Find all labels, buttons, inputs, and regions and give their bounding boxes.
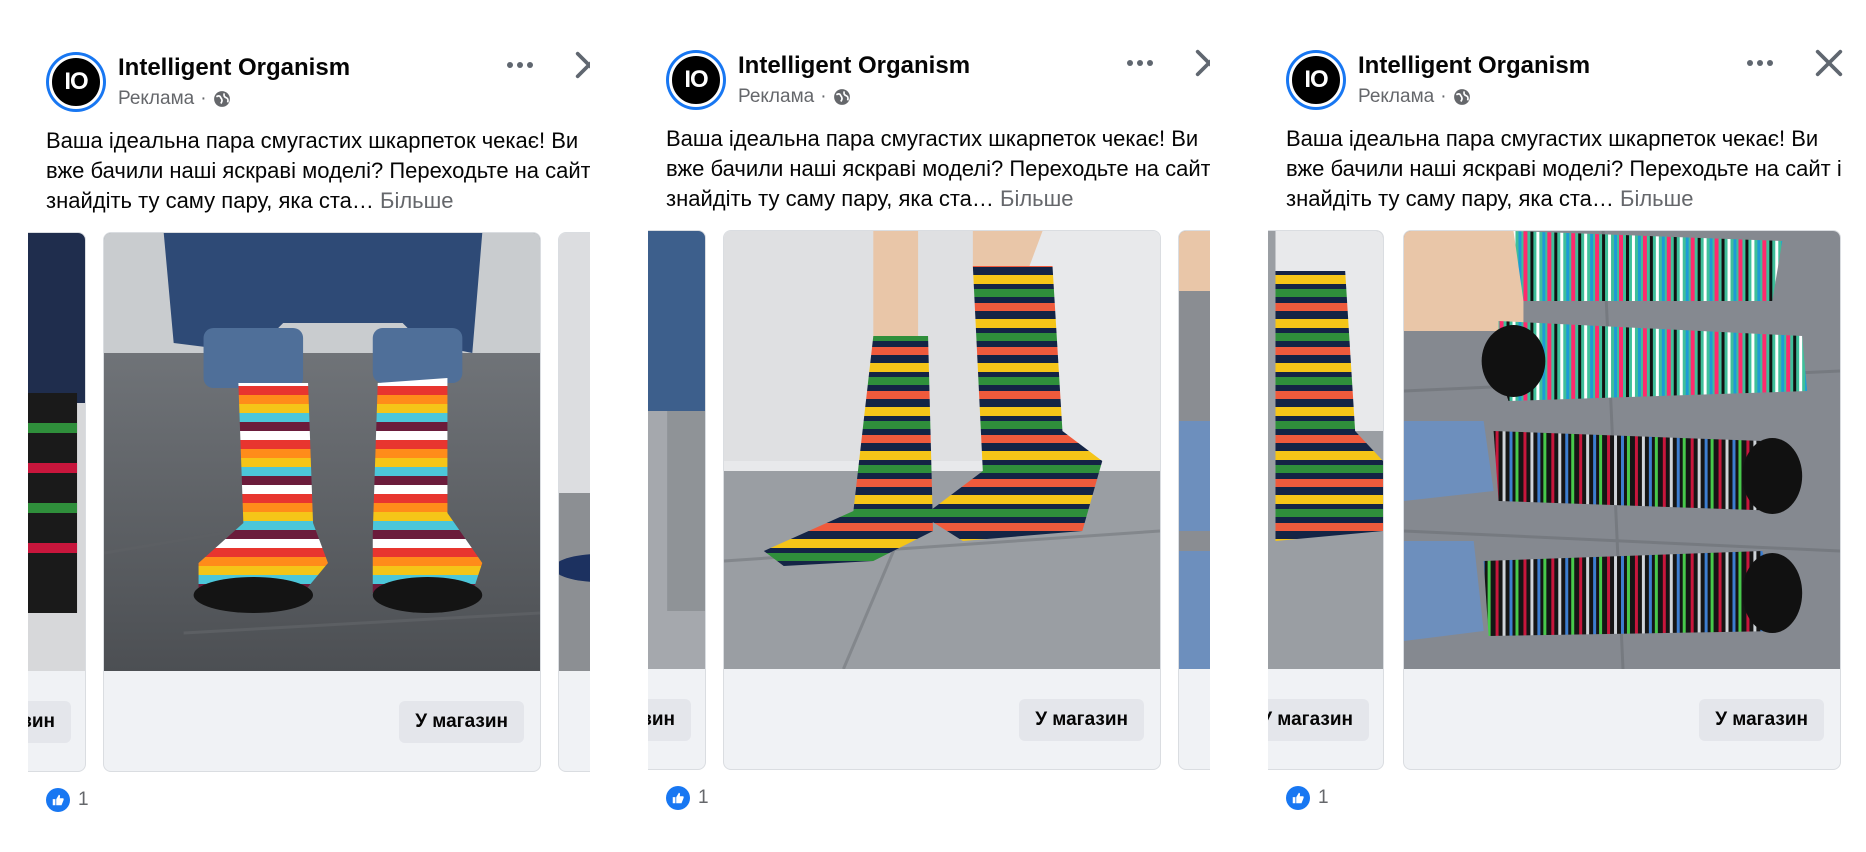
carousel-card-next[interactable]	[1178, 230, 1210, 770]
card-image[interactable]	[724, 231, 1160, 669]
shop-now-button[interactable]: У магазин	[28, 701, 71, 743]
sock-photo	[559, 233, 590, 671]
page-name[interactable]: Intelligent Organism	[738, 52, 970, 80]
sock-photo	[28, 233, 85, 671]
see-more-link[interactable]: Більше	[380, 188, 454, 213]
carousel-card-main[interactable]: У магазин	[723, 230, 1161, 770]
post-body: Ваша ідеальна пара смугастих шкарпеток ч…	[46, 128, 590, 213]
avatar-logo: IO	[669, 53, 723, 107]
sponsored-label[interactable]: Реклама	[738, 86, 814, 108]
sock-photo	[104, 233, 540, 671]
carousel[interactable]: У магазин	[28, 232, 590, 774]
more-options-icon[interactable]	[1120, 46, 1160, 80]
sponsored-line: Реклама ·	[118, 88, 231, 110]
reaction-count: 1	[698, 787, 709, 808]
globe-icon	[1453, 89, 1470, 105]
shop-now-button[interactable]: У магазин	[648, 699, 691, 741]
card-image[interactable]	[648, 231, 705, 669]
like-icon	[46, 788, 70, 812]
carousel-card-next[interactable]	[558, 232, 590, 772]
card-image[interactable]	[559, 233, 590, 671]
sock-photo	[1179, 231, 1210, 669]
card-image[interactable]	[1179, 231, 1210, 669]
close-icon[interactable]	[1812, 46, 1846, 80]
shop-now-button[interactable]: У магазин	[399, 701, 524, 743]
sponsored-label[interactable]: Реклама	[1358, 86, 1434, 108]
see-more-link[interactable]: Більше	[1000, 186, 1074, 211]
page-avatar[interactable]: IO	[1286, 50, 1346, 110]
post-body: Ваша ідеальна пара смугастих шкарпеток ч…	[1286, 126, 1842, 211]
shop-now-button[interactable]: У магазин	[1699, 699, 1824, 741]
like-icon	[1286, 786, 1310, 810]
avatar-logo: IO	[49, 55, 103, 109]
globe-icon	[833, 89, 850, 105]
reactions-bar[interactable]: 1	[46, 788, 89, 812]
carousel-card-prev[interactable]: У магазин	[1268, 230, 1384, 770]
sponsored-line: Реклама ·	[1358, 86, 1471, 108]
carousel[interactable]: У магазин	[1268, 230, 1858, 772]
sponsored-label[interactable]: Реклама	[118, 88, 194, 110]
ad-post-2: IO Intelligent Organism Реклама · Ваша і…	[620, 0, 1210, 852]
card-image[interactable]	[1268, 231, 1383, 669]
post-text: Ваша ідеальна пара смугастих шкарпеток ч…	[666, 124, 1210, 214]
sock-photo	[1268, 231, 1383, 669]
card-image[interactable]	[104, 233, 540, 671]
sock-photo	[724, 231, 1160, 669]
carousel-card-main[interactable]: У магазин	[1403, 230, 1841, 770]
ad-post-1: IO Intelligent Organism Реклама · Ваша і…	[0, 0, 590, 852]
reaction-count: 1	[78, 789, 89, 810]
shop-now-button[interactable]: У магазин	[1019, 699, 1144, 741]
more-options-icon[interactable]	[500, 48, 540, 82]
like-icon	[666, 786, 690, 810]
page-avatar[interactable]: IO	[46, 52, 106, 112]
reactions-bar[interactable]: 1	[1286, 786, 1329, 810]
see-more-link[interactable]: Більше	[1620, 186, 1694, 211]
page-name[interactable]: Intelligent Organism	[1358, 52, 1590, 80]
separator: ·	[1440, 86, 1447, 107]
globe-icon	[213, 91, 230, 107]
page-name[interactable]: Intelligent Organism	[118, 54, 350, 82]
post-text: Ваша ідеальна пара смугастих шкарпеток ч…	[46, 126, 590, 216]
carousel-card-main[interactable]: У магазин	[103, 232, 541, 772]
separator: ·	[200, 88, 207, 109]
shop-now-button[interactable]: У магазин	[1268, 699, 1369, 741]
carousel[interactable]: У магазин	[648, 230, 1210, 772]
post-text: Ваша ідеальна пара смугастих шкарпеток ч…	[1286, 124, 1846, 214]
carousel-card-prev[interactable]: У магазин	[648, 230, 706, 770]
reactions-bar[interactable]: 1	[666, 786, 709, 810]
more-options-icon[interactable]	[1740, 46, 1780, 80]
ad-post-3: IO Intelligent Organism Реклама · Ваша і…	[1240, 0, 1866, 852]
page-avatar[interactable]: IO	[666, 50, 726, 110]
carousel-card-prev[interactable]: У магазин	[28, 232, 86, 772]
close-icon[interactable]	[572, 48, 590, 82]
post-body: Ваша ідеальна пара смугастих шкарпеток ч…	[666, 126, 1210, 211]
card-image[interactable]	[1404, 231, 1840, 669]
sponsored-line: Реклама ·	[738, 86, 851, 108]
sock-photo	[1404, 231, 1840, 669]
card-image[interactable]	[28, 233, 85, 671]
avatar-logo: IO	[1289, 53, 1343, 107]
sock-photo	[648, 231, 705, 669]
separator: ·	[820, 86, 827, 107]
close-icon[interactable]	[1192, 46, 1210, 80]
reaction-count: 1	[1318, 787, 1329, 808]
